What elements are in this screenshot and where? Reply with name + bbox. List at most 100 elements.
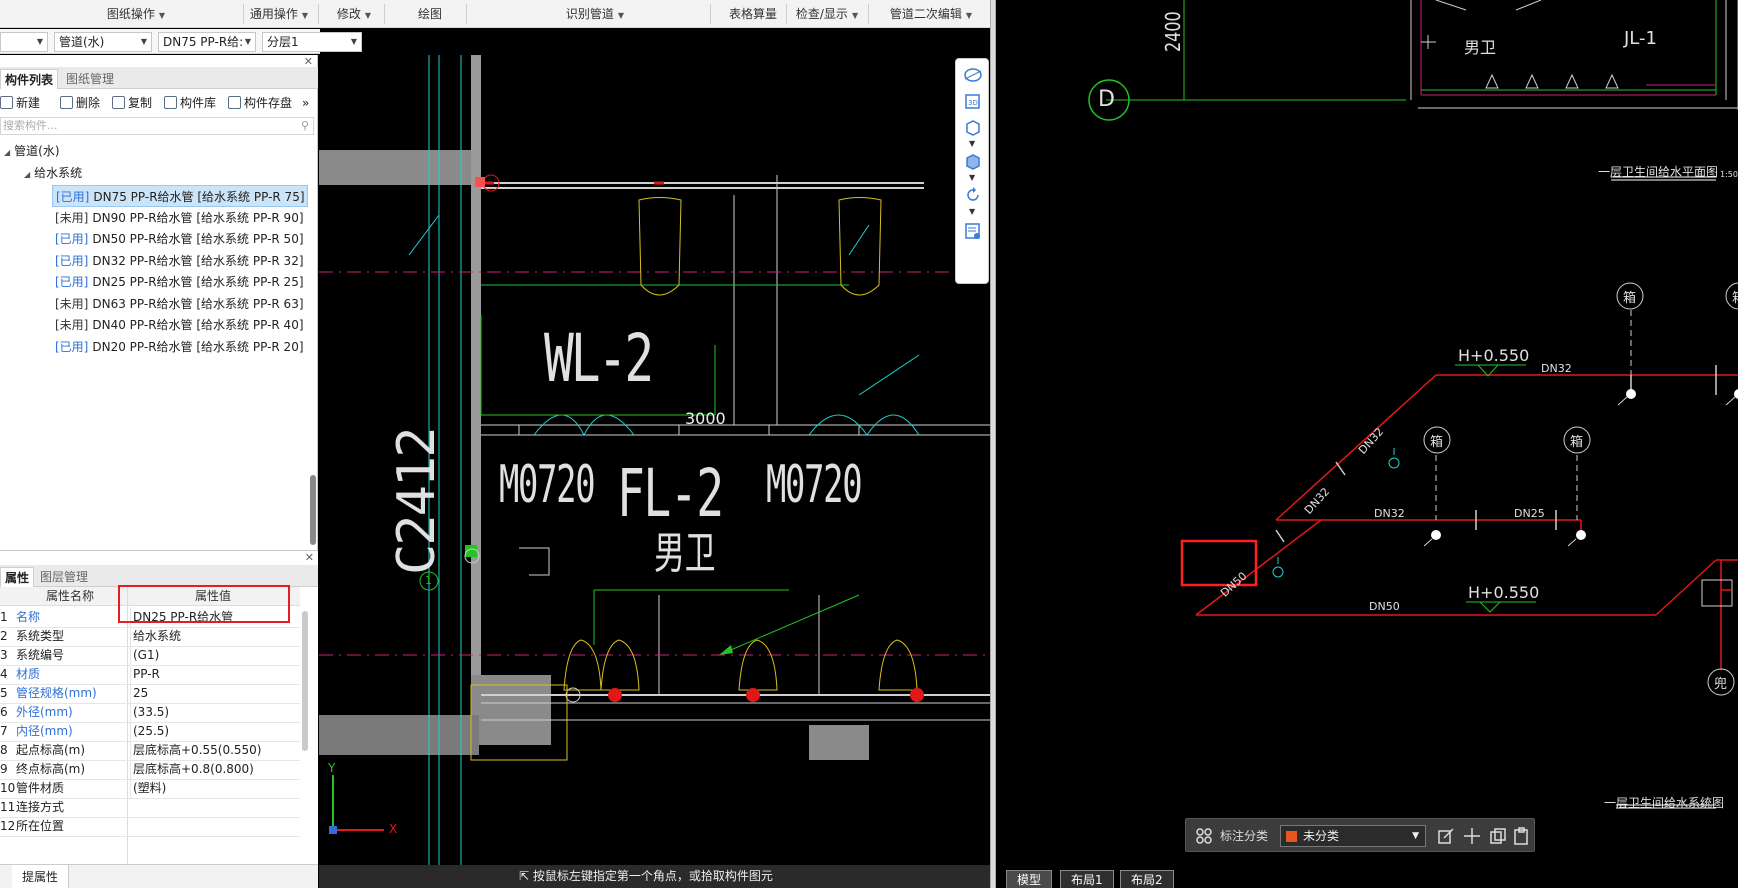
- fixture-label: 箱: [1623, 291, 1637, 306]
- property-row[interactable]: 2 系统类型 给水系统: [0, 626, 300, 647]
- tab-component-list[interactable]: 构件列表: [0, 69, 59, 89]
- rotate-icon[interactable]: [963, 185, 983, 205]
- property-value[interactable]: (25.5): [130, 721, 298, 741]
- scrollbar[interactable]: [302, 611, 308, 751]
- property-value[interactable]: 给水系统: [130, 626, 298, 646]
- expand-icon: ◢: [4, 148, 11, 157]
- new-button[interactable]: 新建: [0, 94, 40, 112]
- component-name: DN25 PP-R给水管 [给水系统 PP-R 25]: [92, 275, 304, 289]
- component-name: DN63 PP-R给水管 [给水系统 PP-R 63]: [92, 296, 304, 311]
- tab-drawing-manage[interactable]: 图纸管理: [62, 69, 118, 89]
- property-row[interactable]: 10 管件材质 (塑料): [0, 778, 300, 799]
- floor-combo[interactable]: ▼: [0, 32, 48, 52]
- annotation-category-select[interactable]: 未分类 ▼: [1280, 825, 1426, 847]
- cad-canvas-right[interactable]: 2400 D 男卫 JL-1 一层卫生间给水平面图 1:50 H+0.550 H…: [996, 0, 1738, 888]
- close-icon[interactable]: ✕: [305, 551, 314, 564]
- category-combo[interactable]: 管道(水) ▼: [54, 32, 152, 52]
- chevron-down-icon: ▼: [350, 37, 357, 46]
- chevron-down-icon[interactable]: ▼: [969, 139, 975, 148]
- component-list-item[interactable]: [已用] DN50 PP-R给水管 [给水系统 PP-R 50]: [52, 228, 308, 250]
- property-value[interactable]: (G1): [130, 645, 298, 665]
- property-name: 系统类型: [16, 629, 65, 643]
- property-row[interactable]: 12 所在位置: [0, 816, 300, 837]
- wall: [319, 715, 479, 755]
- extract-property-button[interactable]: 提属性: [12, 865, 70, 888]
- tab-layout-2[interactable]: 布局2: [1120, 870, 1174, 888]
- shaded-cube-icon[interactable]: [963, 151, 983, 171]
- system-title: 一层卫生间给水系统图: [1604, 796, 1725, 810]
- tab-properties[interactable]: 属性: [0, 567, 35, 587]
- property-name: 外径(mm): [16, 705, 73, 719]
- chevron-down-icon[interactable]: ▼: [969, 173, 975, 182]
- cad-canvas-left[interactable]: WL-2 3000 C2412 M0720 FL-2 M0720 男卫 1 Y …: [319, 55, 990, 888]
- edit-icon[interactable]: [1436, 826, 1456, 846]
- menu-pipe-edit[interactable]: 管道二次编辑 ▼: [872, 0, 990, 28]
- trash-icon: [60, 96, 73, 109]
- menu-modify[interactable]: 修改 ▼: [324, 0, 384, 28]
- menu-table-calc[interactable]: 表格算量: [718, 0, 788, 28]
- grid-icon[interactable]: [1194, 826, 1214, 846]
- tab-layer-manage[interactable]: 图层管理: [36, 567, 92, 587]
- separator: [466, 4, 467, 24]
- copy-button[interactable]: 复制: [112, 94, 152, 112]
- delete-button[interactable]: 删除: [60, 94, 100, 112]
- component-save-button[interactable]: 构件存盘: [228, 94, 292, 112]
- component-list-item[interactable]: [未用] DN40 PP-R给水管 [给水系统 PP-R 40]: [52, 314, 308, 336]
- component-combo[interactable]: DN75 PP-R给: ▼: [158, 32, 256, 52]
- property-value[interactable]: 25: [130, 683, 298, 703]
- usage-status-badge: [未用]: [55, 318, 89, 332]
- usage-status-badge: [未用]: [55, 210, 89, 225]
- component-library-button[interactable]: 构件库: [164, 94, 216, 112]
- chevron-down-icon[interactable]: ▼: [969, 207, 975, 216]
- property-row[interactable]: 4 材质 PP-R: [0, 664, 300, 685]
- property-row[interactable]: 6 外径(mm) (33.5): [0, 702, 300, 723]
- more-icon[interactable]: »: [302, 94, 309, 112]
- property-value[interactable]: PP-R: [130, 664, 298, 684]
- property-value[interactable]: 层底标高+0.8(0.800): [130, 759, 298, 779]
- property-row[interactable]: 11 连接方式: [0, 797, 300, 818]
- property-value[interactable]: (33.5): [130, 702, 298, 722]
- main-toolbar: 图纸操作 ▼ 通用操作 ▼ 修改 ▼ 绘图 识别管道 ▼ 表格算量 检查/显示 ▼ 管道二…: [0, 0, 995, 28]
- plan-scale: 1:50: [1720, 170, 1738, 179]
- property-row[interactable]: 8 起点标高(m) 层底标高+0.55(0.550): [0, 740, 300, 761]
- property-row[interactable]: 7 内径(mm) (25.5): [0, 721, 300, 742]
- 3d-view-icon[interactable]: 3D: [963, 91, 983, 111]
- new-icon: [0, 96, 13, 109]
- tree-root[interactable]: ◢ 管道(水): [4, 141, 60, 161]
- move-icon[interactable]: [1462, 826, 1482, 846]
- orbit-icon[interactable]: [963, 65, 983, 85]
- property-row[interactable]: 3 系统编号 (G1): [0, 645, 300, 666]
- property-row[interactable]: 9 终点标高(m) 层底标高+0.8(0.800): [0, 759, 300, 780]
- search-input[interactable]: 搜索构件... ⚲: [0, 117, 314, 135]
- tree-child[interactable]: ◢ 给水系统: [24, 163, 82, 183]
- menu-general-ops[interactable]: 通用操作 ▼: [244, 0, 314, 28]
- menu-drawing-ops[interactable]: 图纸操作 ▼: [96, 0, 176, 28]
- clipboard-icon[interactable]: [1512, 826, 1532, 846]
- component-list-item[interactable]: [已用] DN25 PP-R给水管 [给水系统 PP-R 25]: [52, 271, 308, 293]
- component-list-item[interactable]: [已用] DN20 PP-R给水管 [给水系统 PP-R 20]: [52, 336, 308, 358]
- menu-identify-pipe[interactable]: 识别管道 ▼: [550, 0, 640, 28]
- fixture-label: 箱: [1732, 287, 1738, 306]
- tab-model[interactable]: 模型: [1006, 870, 1053, 888]
- cube-icon[interactable]: [963, 117, 983, 137]
- component-list-item[interactable]: [已用] DN32 PP-R给水管 [给水系统 PP-R 32]: [52, 250, 308, 272]
- menu-draw[interactable]: 绘图: [400, 0, 460, 28]
- tab-layout-1[interactable]: 布局1: [1060, 870, 1114, 888]
- component-list-item[interactable]: [未用] DN90 PP-R给水管 [给水系统 PP-R 90]: [52, 207, 308, 229]
- layer-combo[interactable]: 分层1 ▼: [262, 32, 362, 52]
- component-list-item[interactable]: [已用] DN75 PP-R给水管 [给水系统 PP-R 75]: [52, 185, 308, 207]
- property-value[interactable]: (塑料): [130, 778, 298, 798]
- cad-label-door-b: M0720: [766, 455, 863, 515]
- copy-icon[interactable]: [1488, 826, 1508, 846]
- component-list-item[interactable]: [未用] DN63 PP-R给水管 [给水系统 PP-R 63]: [52, 293, 308, 315]
- menu-check-display[interactable]: 检查/显示 ▼: [790, 0, 864, 28]
- component-name: DN75 PP-R给水管 [给水系统 PP-R 75]: [93, 190, 305, 204]
- view-toolbar: 3D ▼ ▼ ▼: [955, 58, 989, 284]
- layer-display-icon[interactable]: [963, 221, 983, 241]
- chevron-down-icon: ▼: [244, 37, 251, 46]
- chevron-down-icon: ▼: [36, 37, 43, 46]
- property-value[interactable]: 层底标高+0.55(0.550): [130, 740, 298, 760]
- panel-resize-handle[interactable]: [310, 475, 316, 545]
- property-row[interactable]: 5 管径规格(mm) 25: [0, 683, 300, 704]
- separator: [384, 4, 385, 24]
